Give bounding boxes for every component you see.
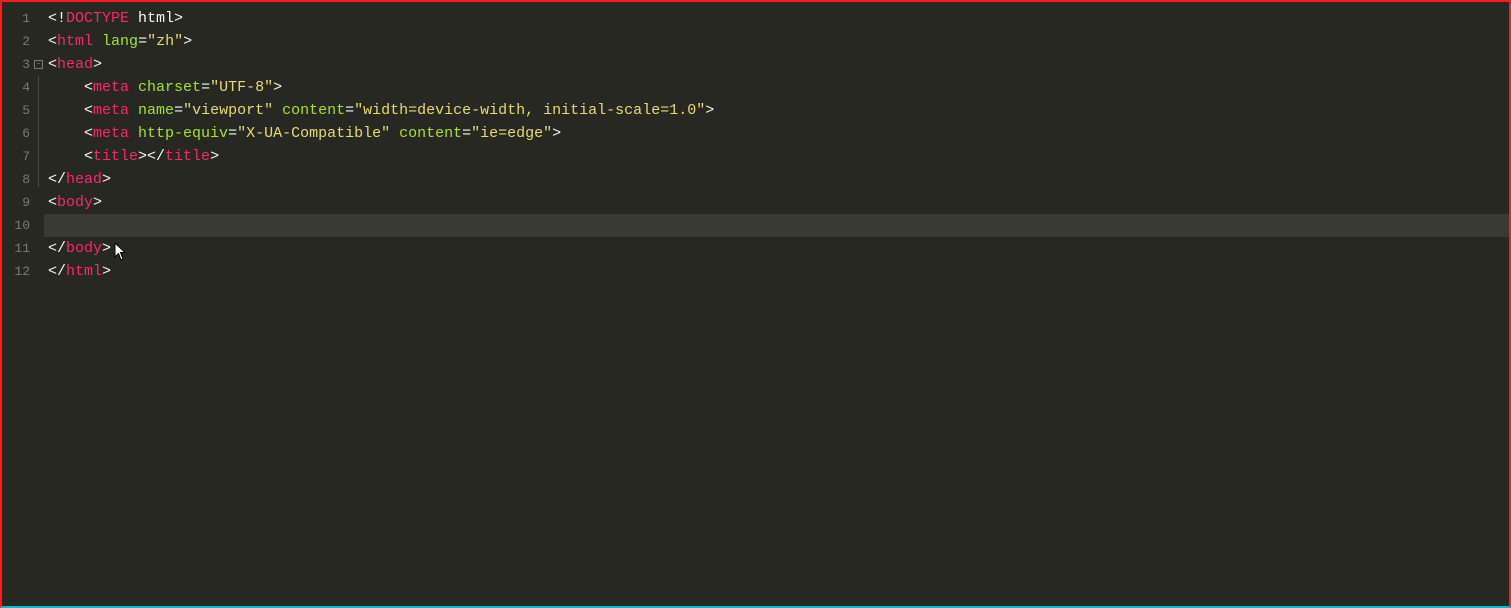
- code-token: name: [138, 102, 174, 119]
- code-line[interactable]: <head>: [44, 53, 1509, 76]
- code-token: "width=device-width, initial-scale=1.0": [354, 102, 705, 119]
- code-token: [129, 79, 138, 96]
- code-token: </: [48, 240, 66, 257]
- code-token: >: [183, 33, 192, 50]
- code-token: html: [66, 263, 102, 280]
- code-token: >: [102, 240, 111, 257]
- code-line[interactable]: </head>: [44, 168, 1509, 191]
- code-line[interactable]: <!DOCTYPE html>: [44, 7, 1509, 30]
- code-line[interactable]: <meta charset="UTF-8">: [44, 76, 1509, 99]
- code-token: "UTF-8": [210, 79, 273, 96]
- code-token: =: [345, 102, 354, 119]
- code-token: html>: [129, 10, 183, 27]
- code-token: >: [273, 79, 282, 96]
- code-token: "ie=edge": [471, 125, 552, 142]
- code-token: ></: [138, 148, 165, 165]
- editor-frame: 123456789101112 - <!DOCTYPE html><html l…: [0, 0, 1511, 608]
- code-token: body: [66, 240, 102, 257]
- code-line[interactable]: </body>: [44, 237, 1509, 260]
- code-token: <!: [48, 10, 66, 27]
- code-token: <: [48, 102, 93, 119]
- fold-guide-line: [38, 76, 39, 187]
- code-token: <: [48, 33, 57, 50]
- code-token: http-equiv: [138, 125, 228, 142]
- fold-column: -: [34, 2, 44, 606]
- code-line[interactable]: [44, 214, 1509, 237]
- fold-toggle-icon[interactable]: -: [34, 60, 43, 69]
- code-token: meta: [93, 102, 129, 119]
- code-token: "zh": [147, 33, 183, 50]
- code-line[interactable]: <html lang="zh">: [44, 30, 1509, 53]
- code-token: >: [102, 171, 111, 188]
- code-token: <: [48, 148, 93, 165]
- code-line[interactable]: <meta name="viewport" content="width=dev…: [44, 99, 1509, 122]
- code-token: [129, 125, 138, 142]
- code-line[interactable]: <body>: [44, 191, 1509, 214]
- code-token: </: [48, 171, 66, 188]
- code-token: [93, 33, 102, 50]
- code-token: content: [282, 102, 345, 119]
- code-token: head: [66, 171, 102, 188]
- code-token: body: [57, 194, 93, 211]
- code-token: >: [93, 194, 102, 211]
- code-line[interactable]: <meta http-equiv="X-UA-Compatible" conte…: [44, 122, 1509, 145]
- code-token: [273, 102, 282, 119]
- code-token: content: [399, 125, 462, 142]
- code-token: [390, 125, 399, 142]
- code-token: =: [462, 125, 471, 142]
- code-token: >: [102, 263, 111, 280]
- code-token: title: [165, 148, 210, 165]
- code-token: =: [201, 79, 210, 96]
- code-token: >: [552, 125, 561, 142]
- code-token: DOCTYPE: [66, 10, 129, 27]
- code-token: >: [210, 148, 219, 165]
- code-token: meta: [93, 125, 129, 142]
- code-token: "X-UA-Compatible": [237, 125, 390, 142]
- code-token: [129, 102, 138, 119]
- code-token: charset: [138, 79, 201, 96]
- code-token: </: [48, 263, 66, 280]
- code-line[interactable]: </html>: [44, 260, 1509, 283]
- code-editor[interactable]: <!DOCTYPE html><html lang="zh"><head> <m…: [44, 2, 1509, 606]
- code-token: title: [93, 148, 138, 165]
- code-token: =: [174, 102, 183, 119]
- code-token: html: [57, 33, 93, 50]
- code-token: >: [93, 56, 102, 73]
- code-token: meta: [93, 79, 129, 96]
- code-token: >: [705, 102, 714, 119]
- code-token: <: [48, 56, 57, 73]
- code-token: lang: [102, 33, 138, 50]
- code-token: <: [48, 125, 93, 142]
- code-token: [48, 217, 84, 234]
- code-token: <: [48, 194, 57, 211]
- code-token: head: [57, 56, 93, 73]
- code-line[interactable]: <title></title>: [44, 145, 1509, 168]
- code-token: =: [138, 33, 147, 50]
- code-token: <: [48, 79, 93, 96]
- code-token: =: [228, 125, 237, 142]
- code-token: "viewport": [183, 102, 273, 119]
